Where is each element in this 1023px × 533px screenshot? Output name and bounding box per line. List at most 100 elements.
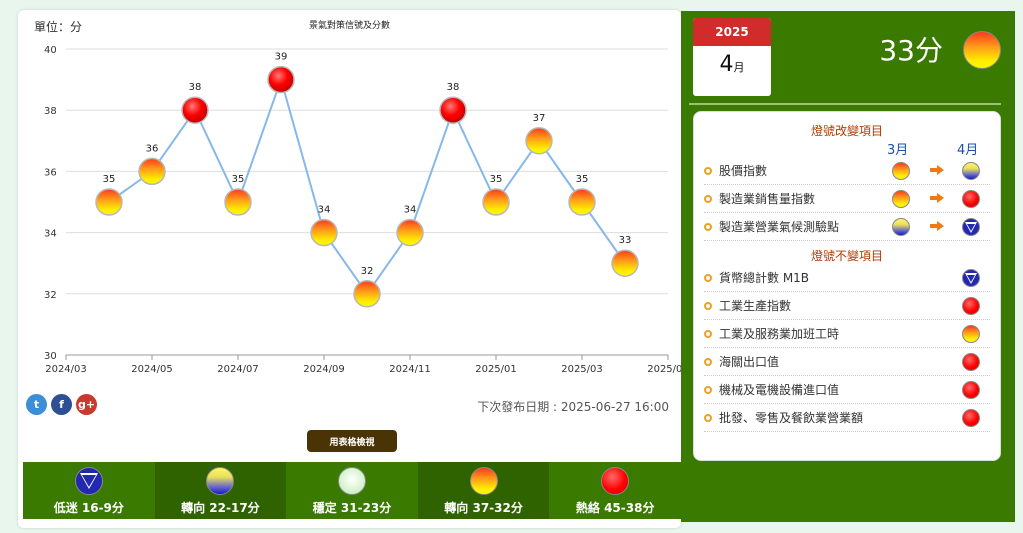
data-label: 39 xyxy=(275,52,288,63)
data-point[interactable] xyxy=(353,280,381,308)
red-signal-icon xyxy=(962,409,980,427)
signal-chart: 30 32 34 36 38 40 2024/03 2024/05 2024/07 2024/09… xyxy=(44,45,681,375)
twitter-icon[interactable]: t xyxy=(26,394,47,415)
unchanged-items-title: 燈號不變項目 xyxy=(810,249,883,263)
x-tick-label: 2025/05 xyxy=(647,364,681,375)
data-label: 38 xyxy=(189,82,202,93)
bullet-icon xyxy=(704,166,712,175)
month-number: 4 xyxy=(719,52,734,77)
table-view-button[interactable]: 用表格檢視 xyxy=(307,430,397,452)
unchanged-items-list: 貨幣總計數 M1B 工業生產指數 工業及服務業加班工時 海關出口值機械及電機設備進口值… xyxy=(694,264,1000,432)
yellow-blue-signal-icon xyxy=(892,218,910,236)
data-point[interactable] xyxy=(396,218,424,247)
month-unit: 月 xyxy=(733,61,745,74)
google-plus-icon[interactable]: g+ xyxy=(76,394,97,415)
changed-items-title: 燈號改變項目 xyxy=(810,124,883,138)
indicator-name[interactable]: 工業及服務業加班工時 xyxy=(719,325,990,342)
changed-item-row[interactable]: 股價指數 xyxy=(704,157,990,185)
data-label: 34 xyxy=(404,205,417,216)
facebook-icon[interactable]: f xyxy=(51,394,72,415)
data-label: 38 xyxy=(447,82,460,93)
y-tick-label: 38 xyxy=(44,106,57,117)
current-signal-icon xyxy=(963,31,1001,69)
changed-items-list: 股價指數製造業銷售量指數 製造業營業氣候測驗點 xyxy=(694,157,1000,241)
indicator-name[interactable]: 機械及電機設備進口值 xyxy=(719,381,990,398)
legend-item-green: 穩定 31-23分 xyxy=(286,462,418,519)
data-point[interactable] xyxy=(611,249,639,277)
arrow-right-icon xyxy=(930,193,944,203)
data-label: 32 xyxy=(361,266,374,277)
data-label: 37 xyxy=(533,113,546,124)
legend-label: 低迷 16-9分 xyxy=(53,501,124,515)
curr-month-label: 4月 xyxy=(957,143,979,158)
calendar-month: 4月 xyxy=(693,52,771,77)
unchanged-item-row[interactable]: 批發、零售及餐飲業營業額 xyxy=(704,404,990,432)
calendar-year: 2025 xyxy=(693,18,771,46)
arrow-right-icon xyxy=(930,165,944,175)
indicator-name[interactable]: 批發、零售及餐飲業營業額 xyxy=(719,409,990,426)
signal-legend: 低迷 16-9分 轉向 22-17分 穩定 31-23分 轉向 37-32分 熱… xyxy=(23,462,681,519)
x-tick-label: 2025/01 xyxy=(475,364,517,375)
bullet-icon xyxy=(704,329,712,338)
unchanged-item-row[interactable]: 機械及電機設備進口值 xyxy=(704,376,990,404)
y-tick-label: 32 xyxy=(44,290,57,301)
unchanged-item-row[interactable]: 工業生產指數 xyxy=(704,292,990,320)
legend-label: 轉向 22-17分 xyxy=(181,501,260,515)
data-point[interactable] xyxy=(138,157,166,186)
data-label: 36 xyxy=(146,143,159,154)
bullet-icon xyxy=(704,301,712,310)
yellow-blue-signal-icon xyxy=(206,467,235,495)
changed-item-row[interactable]: 製造業營業氣候測驗點 xyxy=(704,213,990,241)
data-label: 33 xyxy=(619,235,632,246)
calendar-icon: 2025 4月 xyxy=(693,18,771,96)
blue-signal-icon xyxy=(962,218,980,236)
indicator-name[interactable]: 貨幣總計數 M1B xyxy=(719,269,990,286)
y-tick-label: 34 xyxy=(44,229,57,240)
indicator-name[interactable]: 工業生產指數 xyxy=(719,297,990,314)
y-tick-label: 36 xyxy=(44,167,57,178)
bullet-icon xyxy=(704,194,712,203)
data-label: 35 xyxy=(103,174,116,185)
unchanged-item-row[interactable]: 貨幣總計數 M1B xyxy=(704,264,990,292)
x-tick-label: 2024/03 xyxy=(45,364,87,375)
yellow-red-signal-icon xyxy=(962,325,980,343)
data-point[interactable] xyxy=(482,188,510,216)
red-signal-icon xyxy=(962,353,980,371)
blue-signal-icon xyxy=(74,467,103,495)
x-tick-label: 2024/11 xyxy=(389,364,431,375)
unchanged-item-row[interactable]: 工業及服務業加班工時 xyxy=(704,320,990,348)
data-point[interactable] xyxy=(267,65,295,94)
data-label: 35 xyxy=(490,174,503,185)
red-signal-icon xyxy=(962,297,980,315)
indicator-name[interactable]: 製造業銷售量指數 xyxy=(719,190,990,207)
indicator-name[interactable]: 股價指數 xyxy=(719,162,990,179)
data-point[interactable] xyxy=(525,127,553,155)
red-signal-icon xyxy=(962,381,980,399)
data-point[interactable] xyxy=(310,218,338,247)
bullet-icon xyxy=(704,222,712,231)
data-point[interactable] xyxy=(181,96,209,124)
yellow-red-signal-icon xyxy=(892,190,910,208)
data-point[interactable] xyxy=(568,188,596,216)
data-point[interactable] xyxy=(439,96,467,124)
red-signal-icon xyxy=(962,190,980,208)
data-label: 34 xyxy=(318,205,331,216)
y-tick-label: 30 xyxy=(44,351,57,362)
social-share: t f g+ xyxy=(26,394,97,415)
indicator-name[interactable]: 製造業營業氣候測驗點 xyxy=(719,218,990,235)
data-label: 35 xyxy=(232,174,245,185)
y-tick-label: 40 xyxy=(44,45,57,56)
current-score: 33分 xyxy=(879,34,943,67)
unchanged-item-row[interactable]: 海關出口值 xyxy=(704,348,990,376)
changed-item-row[interactable]: 製造業銷售量指數 xyxy=(704,185,990,213)
legend-label: 熱絡 45-38分 xyxy=(575,501,655,515)
green-signal-icon xyxy=(337,467,366,495)
data-point[interactable] xyxy=(95,188,123,216)
month-header: 3月 4月 xyxy=(694,139,1000,158)
bullet-icon xyxy=(704,385,712,394)
indicator-name[interactable]: 海關出口值 xyxy=(719,353,990,370)
data-point[interactable] xyxy=(224,188,252,216)
prev-month-label: 3月 xyxy=(887,143,909,158)
x-tick-label: 2025/03 xyxy=(561,364,603,375)
yellow-blue-signal-icon xyxy=(962,162,980,180)
